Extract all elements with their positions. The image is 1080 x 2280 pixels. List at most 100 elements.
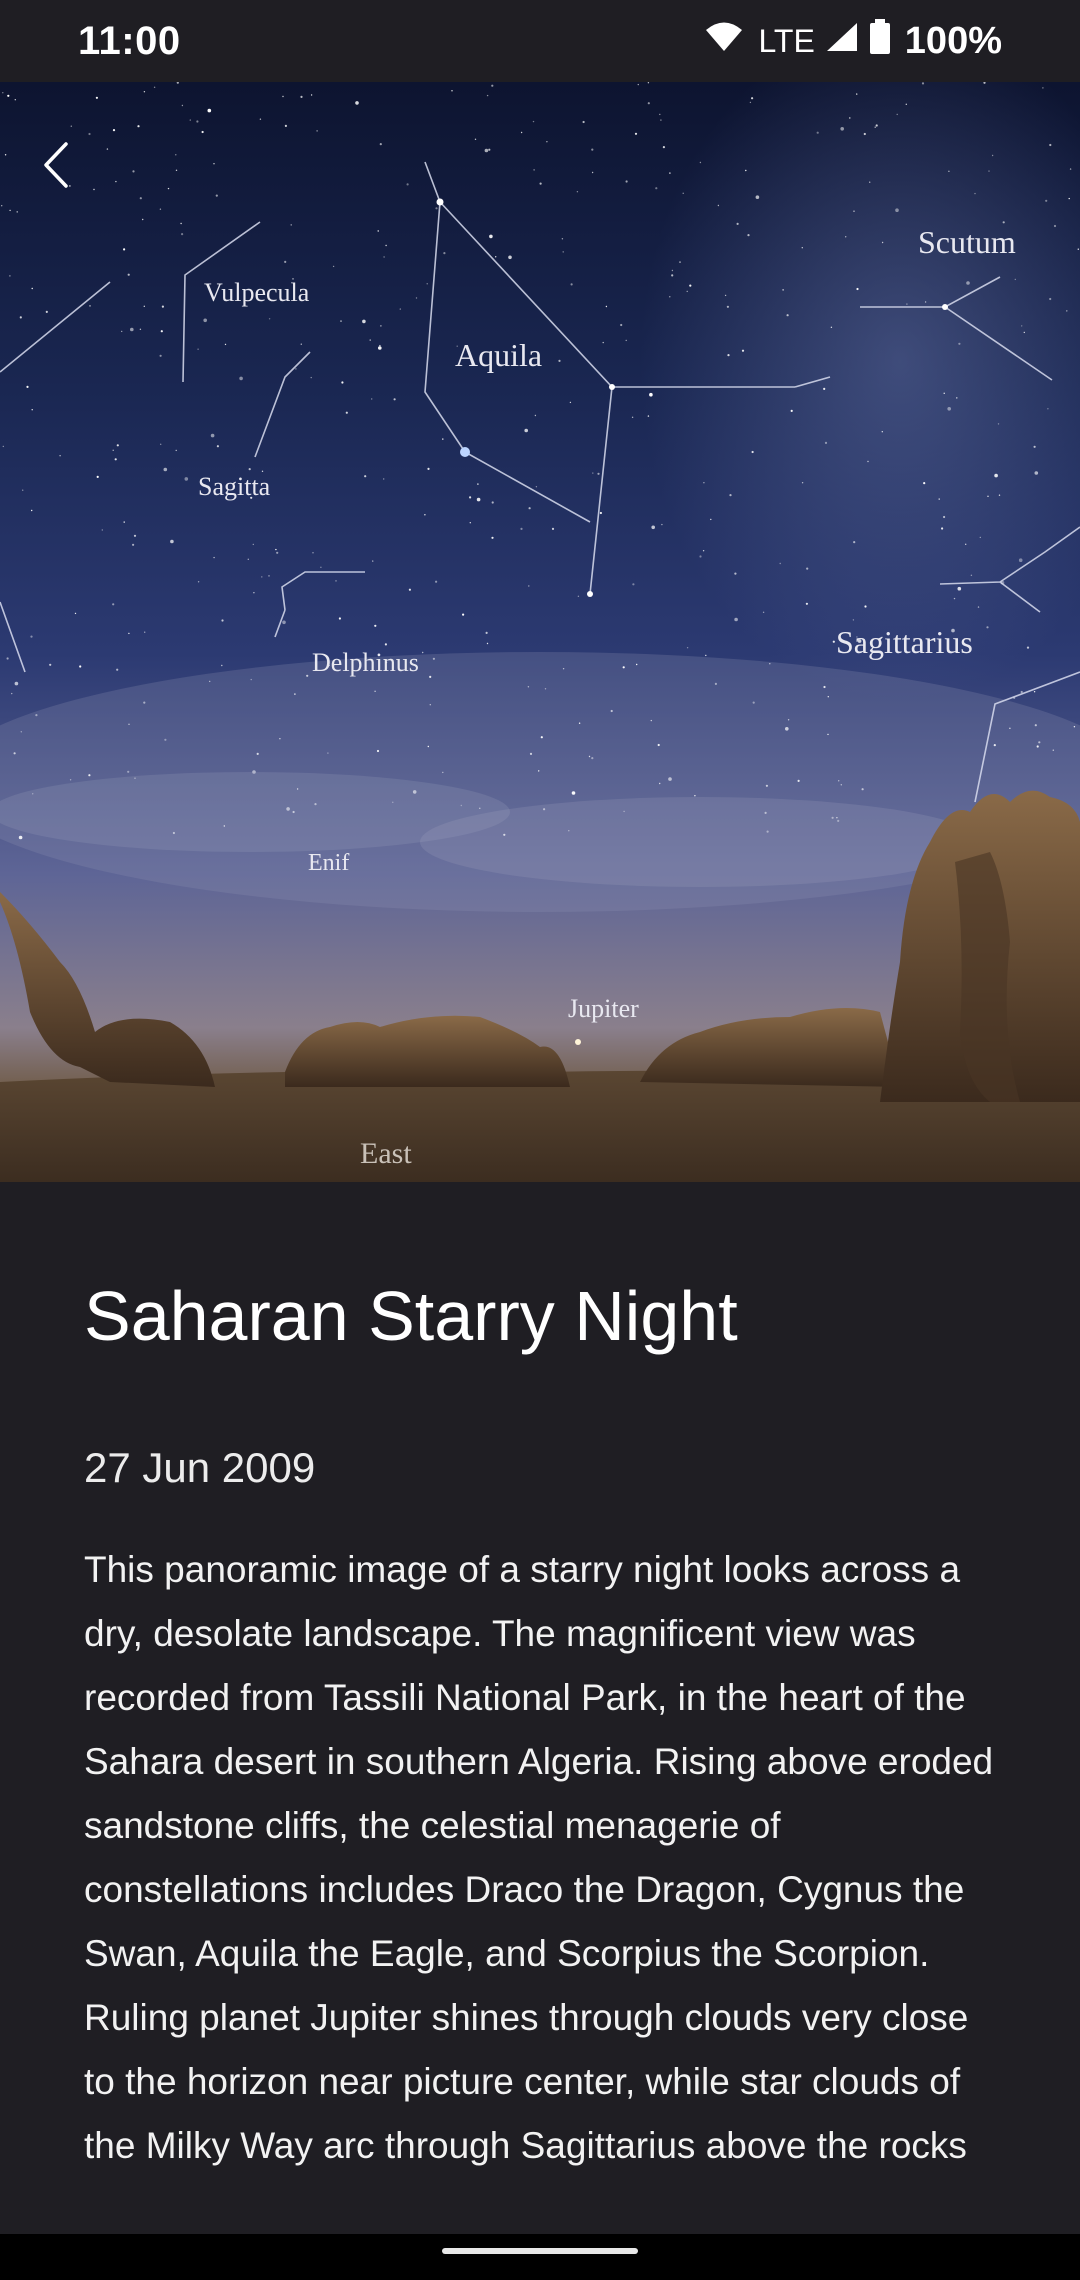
star [49,663,52,666]
star [741,349,745,352]
star [19,316,22,319]
star [734,572,737,575]
star [247,558,249,560]
star [790,409,793,412]
star [69,779,72,781]
star [316,130,318,132]
star [637,83,639,86]
star [424,514,426,516]
star [577,595,580,597]
star [840,784,842,786]
star [974,192,976,195]
star [736,222,739,225]
star [474,138,477,140]
star [133,534,137,537]
star [546,141,548,143]
star [128,632,130,635]
star [591,757,594,760]
star [508,255,512,260]
status-bar: 11:00 LTE 100% [0,0,1080,82]
star [295,368,297,370]
star [528,507,531,510]
star [159,208,162,210]
star [679,261,681,263]
home-gesture-handle[interactable] [442,2248,638,2254]
star [956,397,958,399]
star [805,602,809,605]
star [31,509,33,512]
star [95,96,98,99]
article-description: This panoramic image of a starry night l… [84,1549,994,2166]
star [634,132,638,135]
star [486,94,489,97]
star [176,82,179,84]
star [686,290,688,293]
star [994,473,998,478]
back-button[interactable] [40,140,94,210]
star [143,701,146,704]
star [276,551,279,554]
status-time: 11:00 [78,18,181,63]
star [201,130,204,134]
star [561,238,564,240]
star [121,330,123,333]
star [881,431,883,433]
star [647,82,650,84]
star [159,354,162,357]
star [384,643,387,646]
star [216,445,219,448]
star [215,194,218,197]
star [476,497,481,502]
star [797,779,800,783]
star [875,124,878,127]
star [310,94,313,96]
star [132,170,135,173]
star [163,467,168,472]
star [127,273,130,276]
star [415,297,418,299]
star [112,129,116,132]
star [582,120,585,124]
star [20,731,22,733]
label-vulpecula: Vulpecula [204,278,310,307]
star [806,567,809,570]
star [239,376,243,381]
star [953,597,956,600]
star [88,132,91,136]
star [372,560,374,562]
star [1047,408,1049,410]
star [70,125,73,127]
star [957,586,962,591]
star [408,588,411,591]
star [816,131,819,134]
label-jupiter: Jupiter [568,994,639,1023]
star [801,247,803,249]
star [224,343,227,346]
star [755,195,760,199]
star [869,181,871,183]
star [669,296,671,298]
star [702,550,705,552]
star [532,120,535,123]
star [906,303,908,305]
star [300,95,303,98]
star [213,556,215,559]
star [661,523,663,526]
star [284,260,287,263]
battery-percentage: 100% [904,19,1002,62]
star [369,339,371,341]
star [6,657,9,660]
star [896,113,898,116]
star [180,222,182,225]
star [749,101,752,104]
star [1021,325,1023,327]
star [374,624,377,627]
star [591,171,594,174]
star [840,127,844,131]
star [143,305,145,307]
star [89,305,91,307]
star [167,187,170,190]
star [986,626,989,629]
star [385,244,387,247]
star [306,674,309,677]
